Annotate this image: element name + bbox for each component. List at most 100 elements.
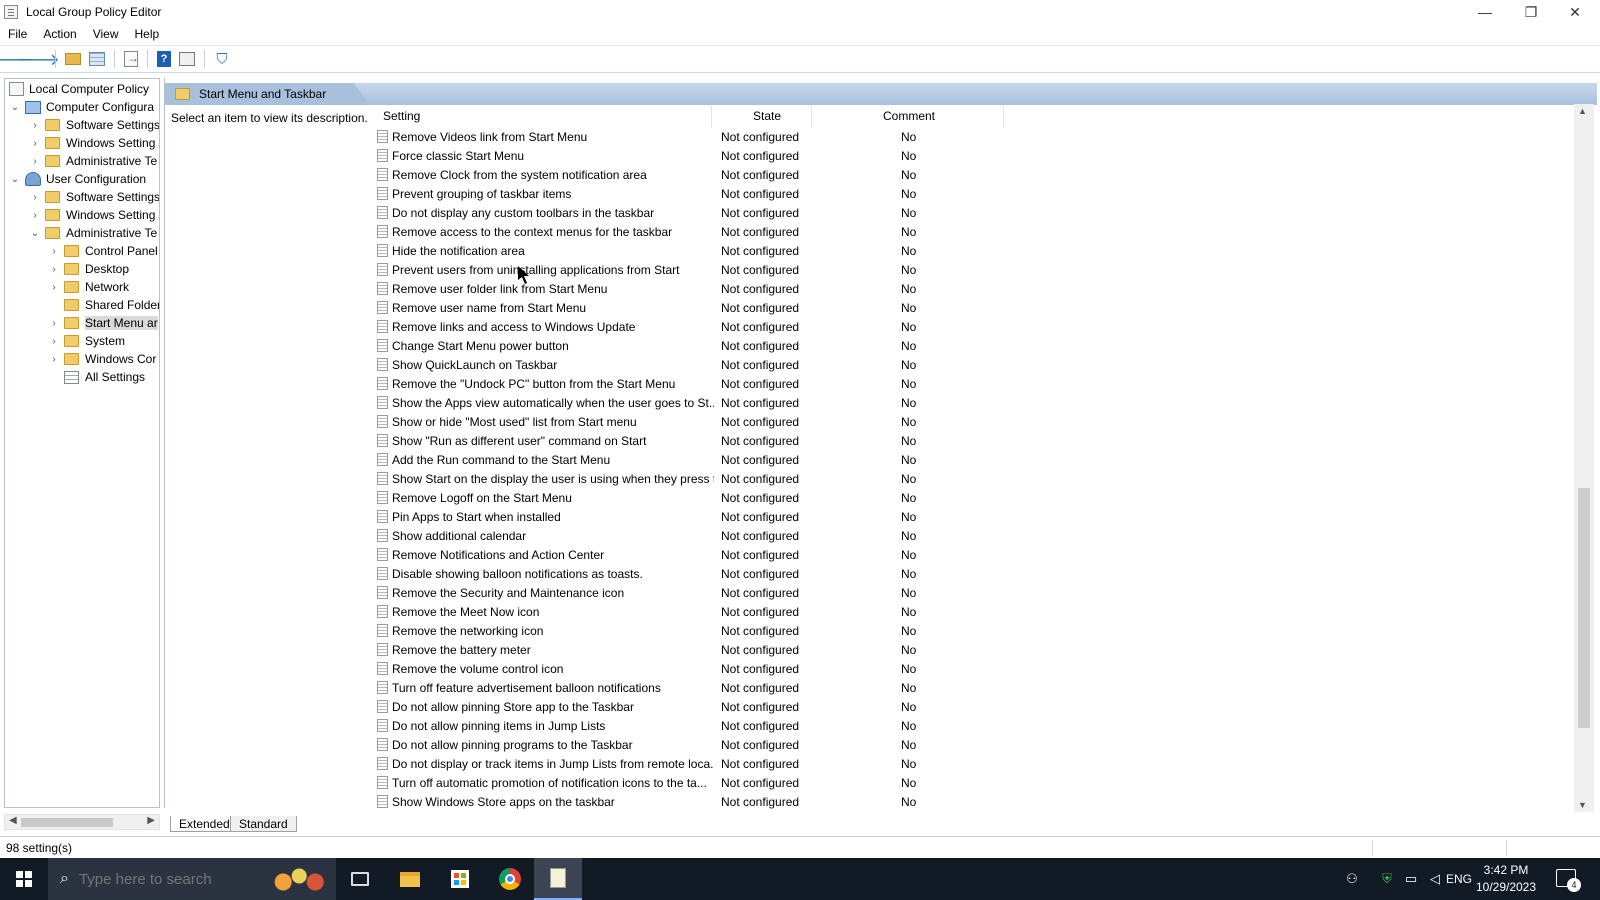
table-row[interactable]: Show Windows Store apps on the taskbar No… [375, 792, 1555, 811]
chevron-right-icon[interactable]: › [48, 281, 60, 293]
search-input[interactable] [78, 870, 259, 888]
help-icon[interactable]: ? [157, 51, 171, 67]
tab-standard[interactable]: Standard [230, 816, 297, 832]
microsoft-store-button[interactable] [436, 858, 484, 900]
tree-item-cc-software-settings[interactable]: › Software Settings [29, 116, 159, 134]
people-icon[interactable]: ⚇ [1340, 858, 1364, 900]
table-row[interactable]: Do not allow pinning Store app to the Ta… [375, 697, 1555, 716]
chevron-right-icon[interactable]: › [48, 263, 60, 275]
column-header-setting[interactable]: Setting [383, 109, 420, 123]
menu-action[interactable]: Action [35, 27, 84, 41]
up-folder-icon[interactable] [65, 53, 81, 65]
table-row[interactable]: Hide the notification area Not configured… [375, 241, 1555, 260]
table-row[interactable]: Do not display any custom toolbars in th… [375, 203, 1555, 222]
tree-item-local-computer-policy[interactable]: Local Computer Policy [9, 80, 149, 98]
forward-arrow-icon[interactable]: 🡒 [17, 49, 60, 69]
table-row[interactable]: Remove Notifications and Action Center No… [375, 545, 1555, 564]
tree-item-shared-folders[interactable]: Shared Folder [48, 296, 159, 314]
table-row[interactable]: Show QuickLaunch on Taskbar Not configure… [375, 355, 1555, 374]
table-row[interactable]: Remove Clock from the system notificatio… [375, 165, 1555, 184]
scroll-up-icon[interactable]: ▲ [1578, 106, 1587, 116]
taskbar-search-box[interactable]: ⌕ [48, 858, 336, 900]
table-row[interactable]: Turn off automatic promotion of notifica… [375, 773, 1555, 792]
export-list-icon[interactable] [124, 51, 139, 67]
filter-icon[interactable]: ⛉ [212, 49, 232, 69]
table-row[interactable]: Show Start on the display the user is us… [375, 469, 1555, 488]
chevron-down-icon[interactable]: ⌄ [9, 173, 21, 185]
column-divider[interactable] [811, 106, 812, 128]
file-explorer-button[interactable] [386, 858, 434, 900]
menu-view[interactable]: View [85, 27, 127, 41]
tab-extended[interactable]: Extended [170, 816, 239, 832]
table-row[interactable]: Remove the volume control icon Not config… [375, 659, 1555, 678]
group-policy-editor-taskbar-button[interactable] [534, 858, 582, 900]
restore-button[interactable]: ❐ [1508, 0, 1554, 24]
tree-item-system[interactable]: › System [48, 332, 125, 350]
table-row[interactable]: Remove user folder link from Start Menu N… [375, 279, 1555, 298]
menu-file[interactable]: File [0, 27, 35, 41]
table-row[interactable]: Remove links and access to Windows Updat… [375, 317, 1555, 336]
tree-item-computer-configuration[interactable]: ⌄ Computer Configura [9, 98, 154, 116]
table-row[interactable]: Remove access to the context menus for t… [375, 222, 1555, 241]
chevron-right-icon[interactable]: › [48, 353, 60, 365]
tree-item-uc-windows-settings[interactable]: › Windows Setting [29, 206, 155, 224]
tree-item-desktop[interactable]: › Desktop [48, 260, 129, 278]
table-row[interactable]: Force classic Start Menu Not configured No [375, 146, 1555, 165]
chevron-down-icon[interactable]: ⌄ [9, 101, 21, 113]
tree-horizontal-scrollbar[interactable]: ◀ ▶ [4, 814, 160, 830]
chevron-right-icon[interactable]: › [29, 191, 41, 203]
tree-item-all-settings[interactable]: All Settings [48, 368, 145, 386]
taskbar-clock[interactable]: 3:42 PM 10/29/2023 [1466, 862, 1546, 896]
table-row[interactable]: Add the Run command to the Start Menu Not… [375, 450, 1555, 469]
column-divider[interactable] [1003, 106, 1004, 128]
tree-item-uc-software-settings[interactable]: › Software Settings [29, 188, 159, 206]
tree-item-cc-administrative-templates[interactable]: › Administrative Te [29, 152, 157, 170]
tree-item-cc-windows-settings[interactable]: › Windows Setting [29, 134, 155, 152]
scrollbar-thumb[interactable] [1578, 488, 1590, 728]
column-header-comment[interactable]: Comment [883, 109, 935, 123]
minimize-button[interactable]: — [1462, 0, 1508, 24]
chrome-button[interactable] [486, 858, 534, 900]
table-row[interactable]: Remove the networking icon Not configured… [375, 621, 1555, 640]
table-row[interactable]: Do not allow pinning items in Jump Lists… [375, 716, 1555, 735]
table-row[interactable]: Show the Apps view automatically when th… [375, 393, 1555, 412]
table-row[interactable]: Change Start Menu power button Not config… [375, 336, 1555, 355]
tree-item-user-configuration[interactable]: ⌄ User Configuration [9, 170, 146, 188]
chevron-right-icon[interactable]: › [29, 209, 41, 221]
start-button[interactable] [0, 858, 48, 900]
scrollbar-thumb[interactable] [21, 818, 113, 827]
table-row[interactable]: Remove user name from Start Menu Not conf… [375, 298, 1555, 317]
chevron-right-icon[interactable]: › [29, 119, 41, 131]
table-row[interactable]: Show or hide "Most used" list from Start… [375, 412, 1555, 431]
table-row[interactable]: Remove the Security and Maintenance icon… [375, 583, 1555, 602]
table-row[interactable]: Remove the "Undock PC" button from the S… [375, 374, 1555, 393]
table-row[interactable]: Pin Apps to Start when installed Not conf… [375, 507, 1555, 526]
table-row[interactable]: Do not allow pinning programs to the Tas… [375, 735, 1555, 754]
table-row[interactable]: Disable showing balloon notifications as… [375, 564, 1555, 583]
tree-item-network[interactable]: › Network [48, 278, 129, 296]
chevron-right-icon[interactable]: › [48, 245, 60, 257]
task-view-button[interactable] [336, 858, 384, 900]
table-row[interactable]: Remove the battery meter Not configured No [375, 640, 1555, 659]
action-center-icon[interactable]: 4 [1556, 869, 1581, 892]
table-row[interactable]: Prevent users from uninstalling applicat… [375, 260, 1555, 279]
tree-item-start-menu-and-taskbar[interactable]: › Start Menu ar [48, 314, 158, 332]
list-vertical-scrollbar[interactable]: ▲ ▼ [1574, 104, 1594, 812]
tree-item-windows-components[interactable]: › Windows Cor [48, 350, 156, 368]
table-row[interactable]: Turn off feature advertisement balloon n… [375, 678, 1555, 697]
table-row[interactable]: Show additional calendar Not configured No [375, 526, 1555, 545]
table-row[interactable]: Remove the Meet Now icon Not configured No [375, 602, 1555, 621]
table-row[interactable]: Remove Logoff on the Start Menu Not confi… [375, 488, 1555, 507]
table-row[interactable]: Remove Videos link from Start Menu Not co… [375, 127, 1555, 146]
table-row[interactable]: Show "Run as different user" command on … [375, 431, 1555, 450]
chevron-right-icon[interactable]: › [48, 317, 60, 329]
network-icon[interactable]: ▭ [1400, 858, 1422, 900]
volume-muted-icon[interactable]: ◁ [1424, 858, 1446, 900]
security-shield-icon[interactable]: ⛨ [1376, 858, 1398, 900]
scroll-left-icon[interactable]: ◀ [9, 815, 17, 826]
column-header-state[interactable]: State [753, 109, 781, 123]
scroll-down-icon[interactable]: ▼ [1578, 800, 1587, 810]
chevron-right-icon[interactable]: › [48, 335, 60, 347]
properties-icon[interactable] [179, 52, 195, 66]
tree-item-uc-administrative-templates[interactable]: ⌄ Administrative Te [29, 224, 157, 242]
